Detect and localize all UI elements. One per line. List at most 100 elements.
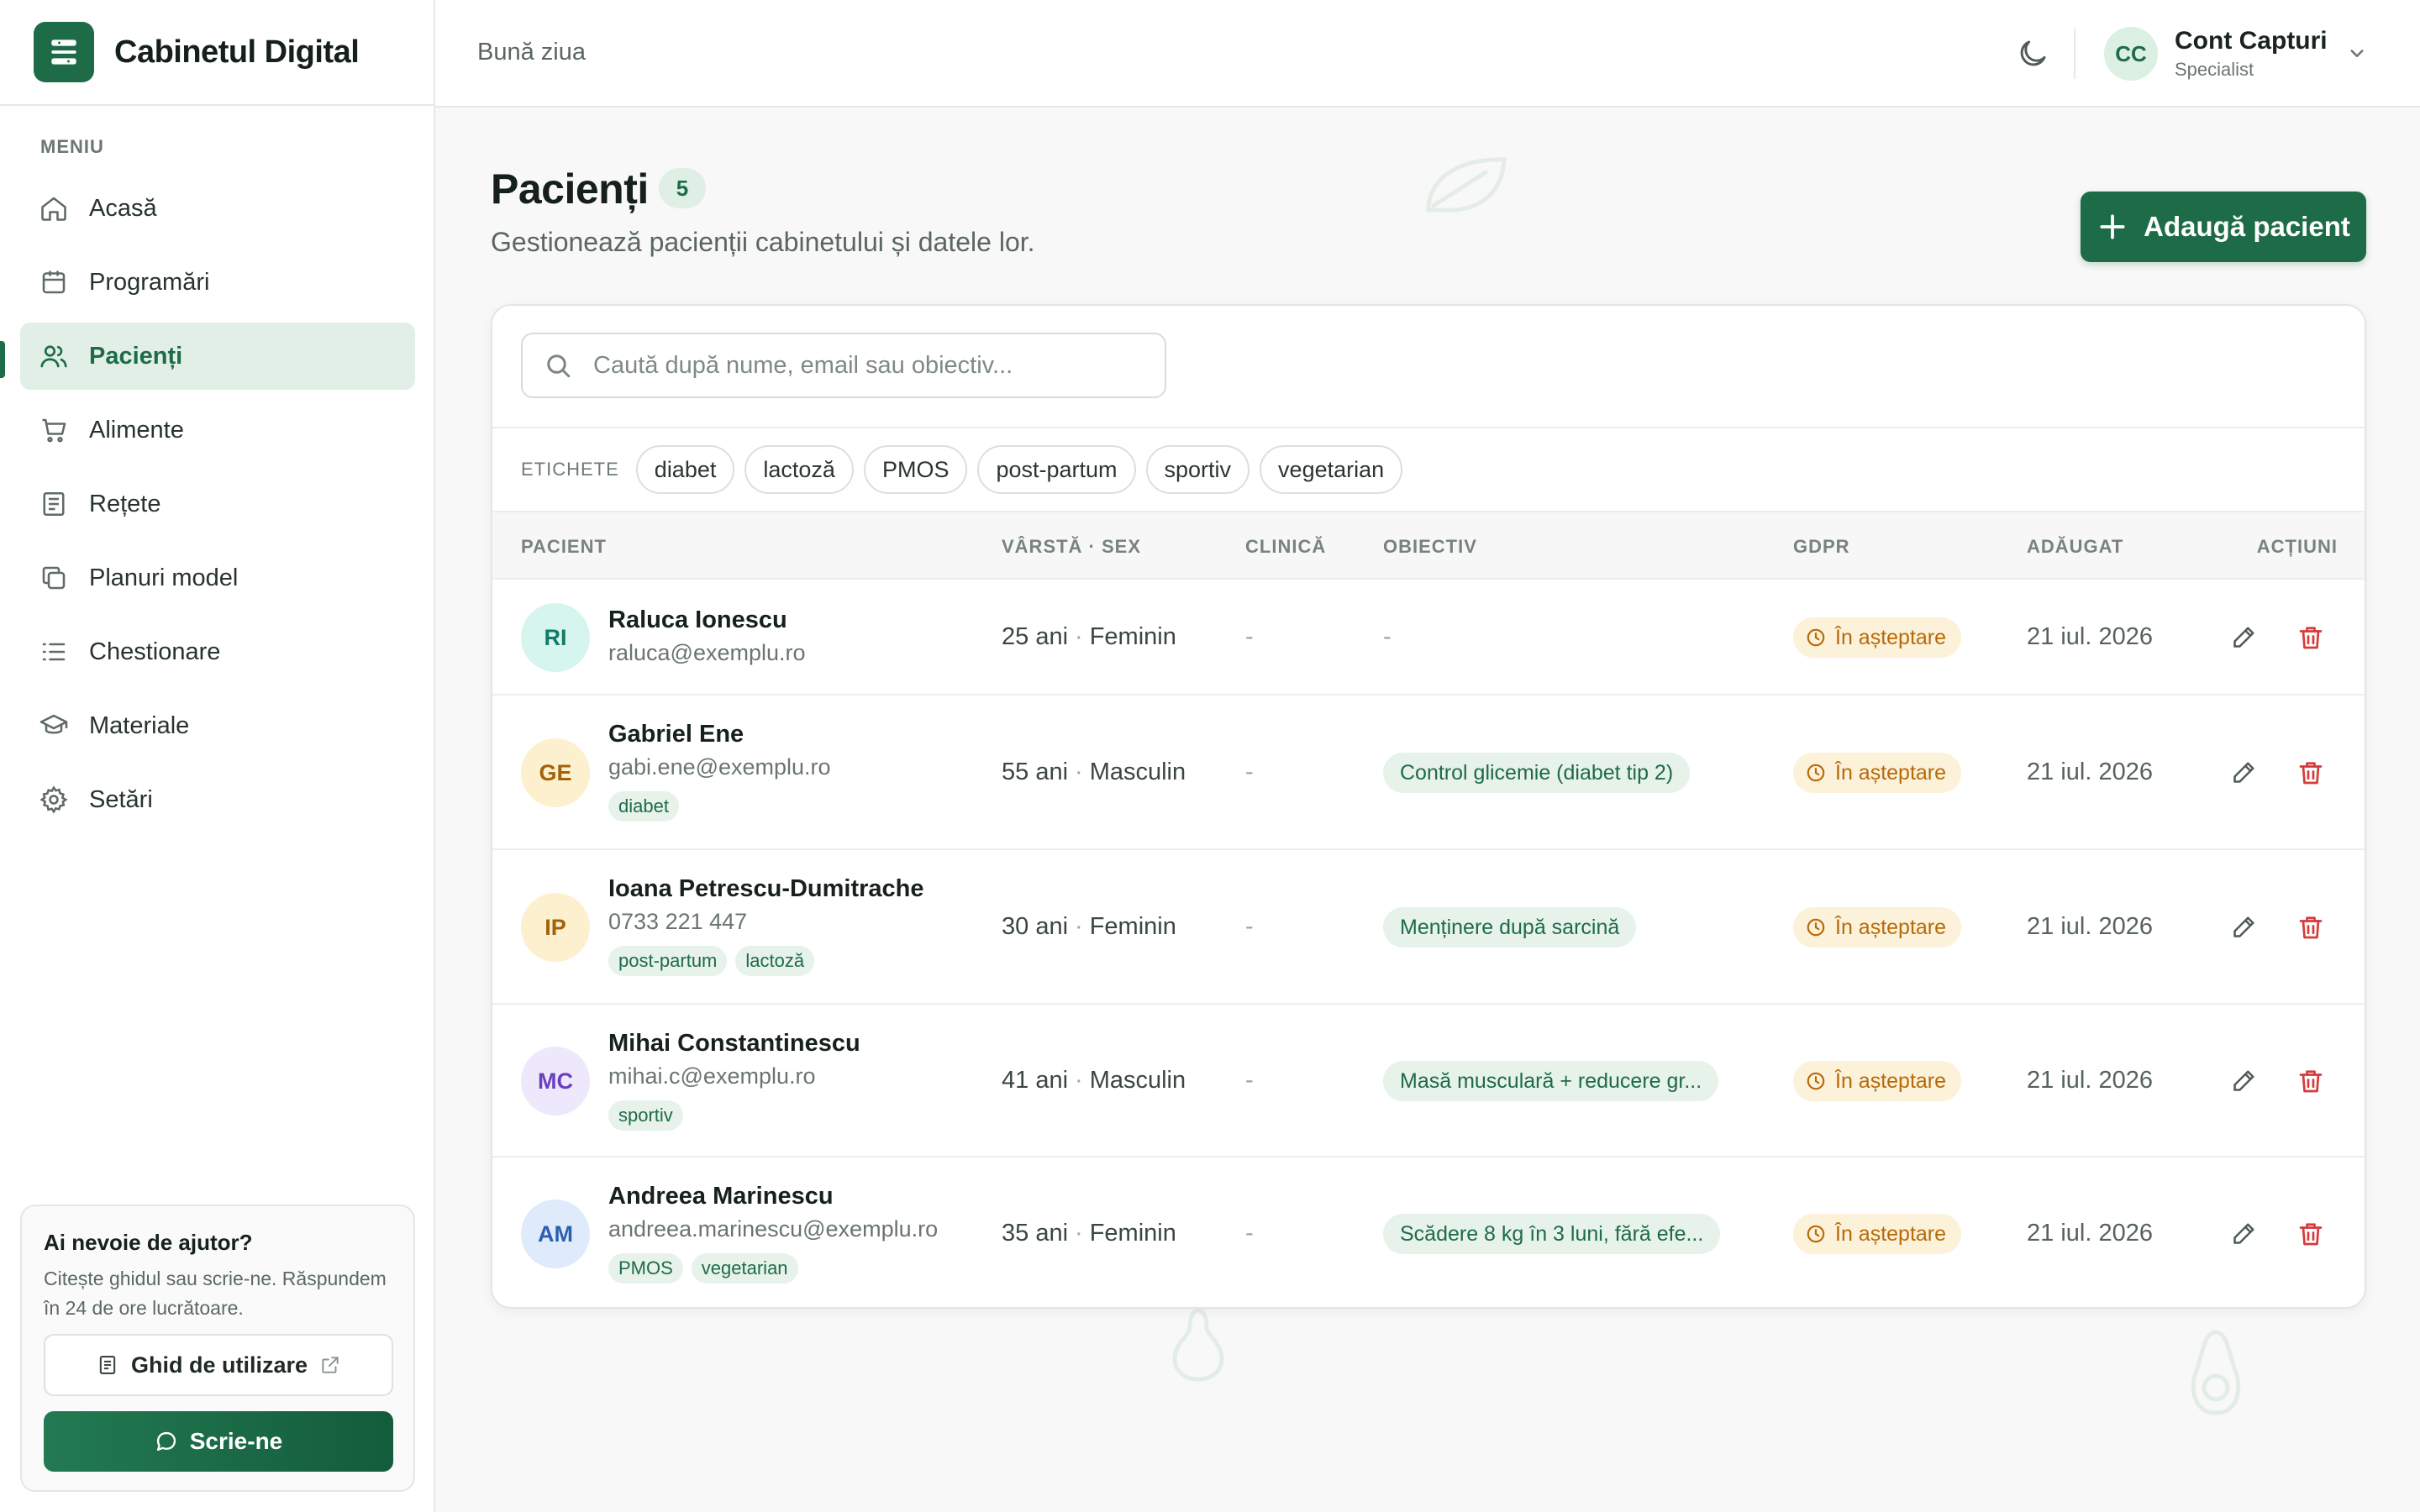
- delete-trash-icon[interactable]: [2296, 912, 2326, 942]
- edit-pencil-icon[interactable]: [2228, 1219, 2259, 1249]
- brand-logo-icon: [34, 22, 94, 82]
- sidebar-item-label: Pacienți: [89, 342, 183, 370]
- patient-goal-badge: Scădere 8 kg în 3 luni, fără efe...: [1383, 1214, 1721, 1254]
- patient-sex: Masculin: [1089, 1067, 1186, 1094]
- help-title: Ai nevoie de ajutor?: [44, 1230, 253, 1255]
- column-header-patient[interactable]: PACIENT: [521, 536, 607, 558]
- search-input[interactable]: [592, 350, 1133, 381]
- add-patient-button[interactable]: Adaugă pacient: [2081, 192, 2366, 262]
- delete-trash-icon[interactable]: [2296, 622, 2326, 653]
- sidebar-item-materiale[interactable]: Materiale: [20, 692, 415, 759]
- chat-bubble-icon: [155, 1430, 178, 1453]
- help-card: Ai nevoie de ajutor? Citește ghidul sau …: [20, 1205, 415, 1492]
- external-link-icon: [319, 1354, 341, 1376]
- recipe-icon: [39, 489, 69, 519]
- edit-pencil-icon[interactable]: [2228, 622, 2259, 653]
- patient-age: 30 ani: [1002, 913, 1069, 940]
- patient-name[interactable]: Mihai Constantinescu: [608, 1030, 860, 1058]
- sidebar-item-label: Rețete: [89, 490, 161, 517]
- patient-age-sex: 35 ani · Feminin: [1002, 1220, 1176, 1247]
- sidebar-item-acasa[interactable]: Acasă: [20, 175, 415, 242]
- patient-clinic: -: [1245, 1220, 1254, 1247]
- sidebar-item-label: Chestionare: [89, 638, 221, 665]
- user-guide-label: Ghid de utilizare: [130, 1352, 308, 1378]
- patient-contact: 0733 221 447: [608, 909, 748, 934]
- sidebar-nav: Acasă Programări Pacienți Alimente Rețet…: [20, 175, 415, 840]
- account-avatar[interactable]: CC: [2104, 27, 2158, 81]
- sidebar-item-label: Alimente: [89, 416, 184, 444]
- tag-chip-diabet[interactable]: diabet: [635, 445, 735, 494]
- sidebar: Cabinetul Digital MENIU Acasă Programări…: [0, 0, 435, 1512]
- sidebar-item-retete[interactable]: Rețete: [20, 470, 415, 538]
- sidebar-item-pacienti[interactable]: Pacienți: [20, 323, 415, 390]
- account-name[interactable]: Cont Capturi: [2175, 27, 2328, 55]
- separator-dot: ·: [1075, 1220, 1083, 1247]
- greeting: Bună ziua: [477, 39, 586, 66]
- tag-chip-lactoza[interactable]: lactoză: [744, 445, 854, 494]
- tag-chip-pmos[interactable]: PMOS: [863, 445, 968, 494]
- sidebar-item-programari[interactable]: Programări: [20, 249, 415, 316]
- table-row[interactable]: RI Raluca Ionescu raluca@exemplu.ro 25 ani ·…: [492, 580, 2365, 696]
- table-row[interactable]: AM Andreea Marinescu andreea.marinescu@exe…: [492, 1158, 2365, 1307]
- table-row[interactable]: IP Ioana Petrescu-Dumitrache 0733 221 447 p…: [492, 850, 2365, 1005]
- patient-tag: PMOS: [608, 1253, 683, 1284]
- column-header-goal[interactable]: OBIECTIV: [1383, 536, 1477, 558]
- patient-count-badge: 5: [659, 168, 706, 208]
- edit-pencil-icon[interactable]: [2228, 1066, 2259, 1096]
- tag-chip-vegetarian[interactable]: vegetarian: [1260, 445, 1403, 494]
- sidebar-item-chestionare[interactable]: Chestionare: [20, 618, 415, 685]
- gdpr-status-badge: În așteptare: [1793, 1214, 1962, 1254]
- search-box[interactable]: [521, 333, 1166, 398]
- patient-goal-badge: Masă musculară + reducere gr...: [1383, 1061, 1719, 1101]
- dark-mode-toggle-icon[interactable]: [2015, 36, 2050, 71]
- patient-tags: sportiv: [608, 1100, 692, 1131]
- gdpr-status-label: În așteptare: [1835, 1221, 1947, 1246]
- column-header-age-sex[interactable]: VÂRSTĂ · SEX: [1002, 536, 1141, 558]
- edit-pencil-icon[interactable]: [2228, 758, 2259, 788]
- users-icon: [39, 341, 69, 371]
- sidebar-item-planuri-model[interactable]: Planuri model: [20, 544, 415, 612]
- user-guide-button[interactable]: Ghid de utilizare: [44, 1334, 393, 1396]
- patient-sex: Feminin: [1089, 1220, 1176, 1247]
- clock-icon: [1805, 762, 1827, 784]
- delete-trash-icon[interactable]: [2296, 1066, 2326, 1096]
- delete-trash-icon[interactable]: [2296, 1219, 2326, 1249]
- clock-icon: [1805, 1223, 1827, 1245]
- gdpr-status-badge: În așteptare: [1793, 1061, 1962, 1101]
- table-row[interactable]: GE Gabriel Ene gabi.ene@exemplu.ro diabet 55…: [492, 696, 2365, 850]
- patient-clinic: -: [1245, 913, 1254, 940]
- patient-clinic: -: [1245, 759, 1254, 785]
- leaf-decoration-icon: [1420, 151, 1512, 218]
- gdpr-status-badge: În așteptare: [1793, 617, 1962, 658]
- patient-tag: post-partum: [608, 946, 728, 976]
- gdpr-status-label: În așteptare: [1835, 760, 1947, 785]
- sidebar-item-label: Acasă: [89, 194, 157, 222]
- separator-dot: ·: [1075, 759, 1083, 785]
- patient-sex: Feminin: [1089, 913, 1176, 940]
- patient-name[interactable]: Andreea Marinescu: [608, 1183, 834, 1210]
- table-row[interactable]: MC Mihai Constantinescu mihai.c@exemplu.ro…: [492, 1005, 2365, 1158]
- column-header-added[interactable]: ADĂUGAT: [2027, 536, 2123, 558]
- patient-name[interactable]: Raluca Ionescu: [608, 606, 787, 634]
- brand[interactable]: Cabinetul Digital: [0, 0, 434, 106]
- tags-label: ETICHETE: [521, 459, 619, 480]
- patient-name[interactable]: Ioana Petrescu-Dumitrache: [608, 875, 924, 903]
- patient-avatar: IP: [521, 893, 590, 962]
- column-header-clinic[interactable]: CLINICĂ: [1245, 536, 1326, 558]
- patient-tag: sportiv: [608, 1100, 683, 1131]
- calendar-icon: [39, 267, 69, 297]
- tag-chip-post-partum[interactable]: post-partum: [977, 445, 1136, 494]
- chevron-down-icon[interactable]: [2344, 40, 2370, 66]
- patients-card: ETICHETE diabet lactoză PMOS post-partum…: [491, 304, 2366, 1309]
- delete-trash-icon[interactable]: [2296, 758, 2326, 788]
- tag-chip-sportiv[interactable]: sportiv: [1145, 445, 1250, 494]
- sidebar-item-setari[interactable]: Setări: [20, 766, 415, 833]
- clock-icon: [1805, 1070, 1827, 1092]
- edit-pencil-icon[interactable]: [2228, 912, 2259, 942]
- patient-age: 35 ani: [1002, 1220, 1069, 1247]
- patient-name[interactable]: Gabriel Ene: [608, 721, 744, 748]
- sidebar-item-alimente[interactable]: Alimente: [20, 396, 415, 464]
- write-us-button[interactable]: Scrie-ne: [44, 1411, 393, 1472]
- column-header-gdpr[interactable]: GDPR: [1793, 536, 1850, 558]
- table-header: PACIENT VÂRSTĂ · SEX CLINICĂ OBIECTIV GD…: [492, 512, 2365, 580]
